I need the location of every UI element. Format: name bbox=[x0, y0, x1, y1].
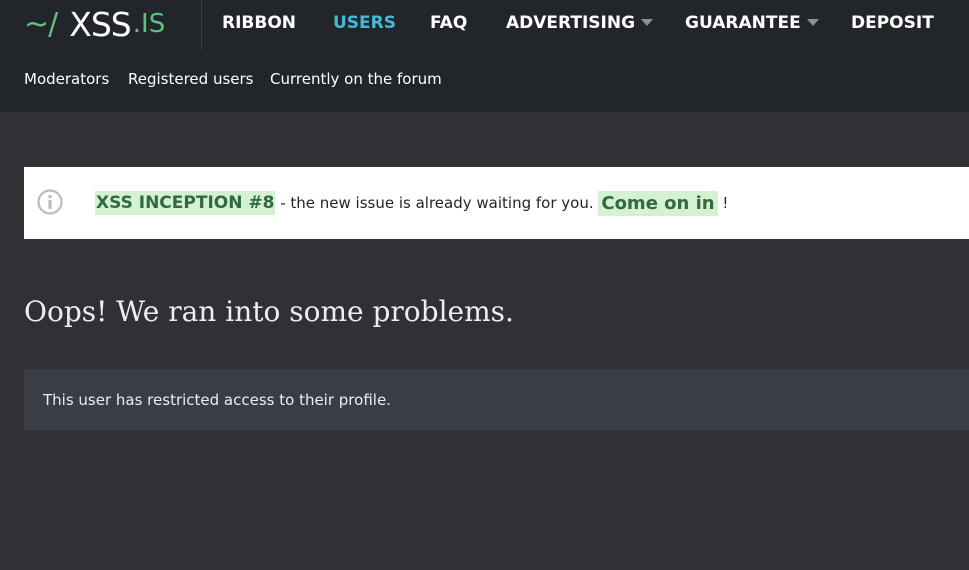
logo-tld: .IS bbox=[132, 9, 166, 39]
nav-deposit[interactable]: DEPOSIT bbox=[851, 10, 934, 36]
logo-name: XSS bbox=[69, 4, 132, 44]
top-navigation-bar: ~/ XSS .IS RIBBON USERS FAQ ADVERTISING … bbox=[0, 0, 969, 112]
site-logo[interactable]: ~/ XSS .IS bbox=[24, 2, 165, 46]
notice-suffix: ! bbox=[717, 194, 729, 212]
info-circle-icon bbox=[37, 189, 63, 215]
advertising-caret-down-icon[interactable] bbox=[641, 19, 653, 26]
notice-banner: XSS INCEPTION #8 - the new issue is alre… bbox=[24, 167, 969, 239]
subnav-moderators[interactable]: Moderators bbox=[24, 68, 109, 90]
logo-divider bbox=[201, 0, 202, 50]
error-message: This user has restricted access to their… bbox=[43, 391, 391, 409]
notice-title[interactable]: XSS INCEPTION #8 bbox=[95, 191, 276, 215]
nav-advertising[interactable]: ADVERTISING bbox=[506, 10, 635, 36]
logo-tilde: ~/ bbox=[24, 6, 58, 42]
page-title: Oops! We ran into some problems. bbox=[24, 295, 514, 328]
subnav-registered-users[interactable]: Registered users bbox=[128, 68, 253, 90]
error-message-box: This user has restricted access to their… bbox=[24, 369, 969, 430]
subnav-currently-online[interactable]: Currently on the forum bbox=[270, 68, 442, 90]
come-on-in-link[interactable]: Come on in bbox=[598, 190, 718, 216]
guarantee-caret-down-icon[interactable] bbox=[807, 19, 819, 26]
nav-users[interactable]: USERS bbox=[333, 10, 396, 36]
nav-guarantee[interactable]: GUARANTEE bbox=[685, 10, 801, 36]
notice-text: XSS INCEPTION #8 - the new issue is alre… bbox=[95, 189, 728, 217]
notice-message: - the new issue is already waiting for y… bbox=[275, 194, 599, 212]
nav-ribbon[interactable]: RIBBON bbox=[222, 10, 296, 36]
nav-faq[interactable]: FAQ bbox=[430, 10, 467, 36]
